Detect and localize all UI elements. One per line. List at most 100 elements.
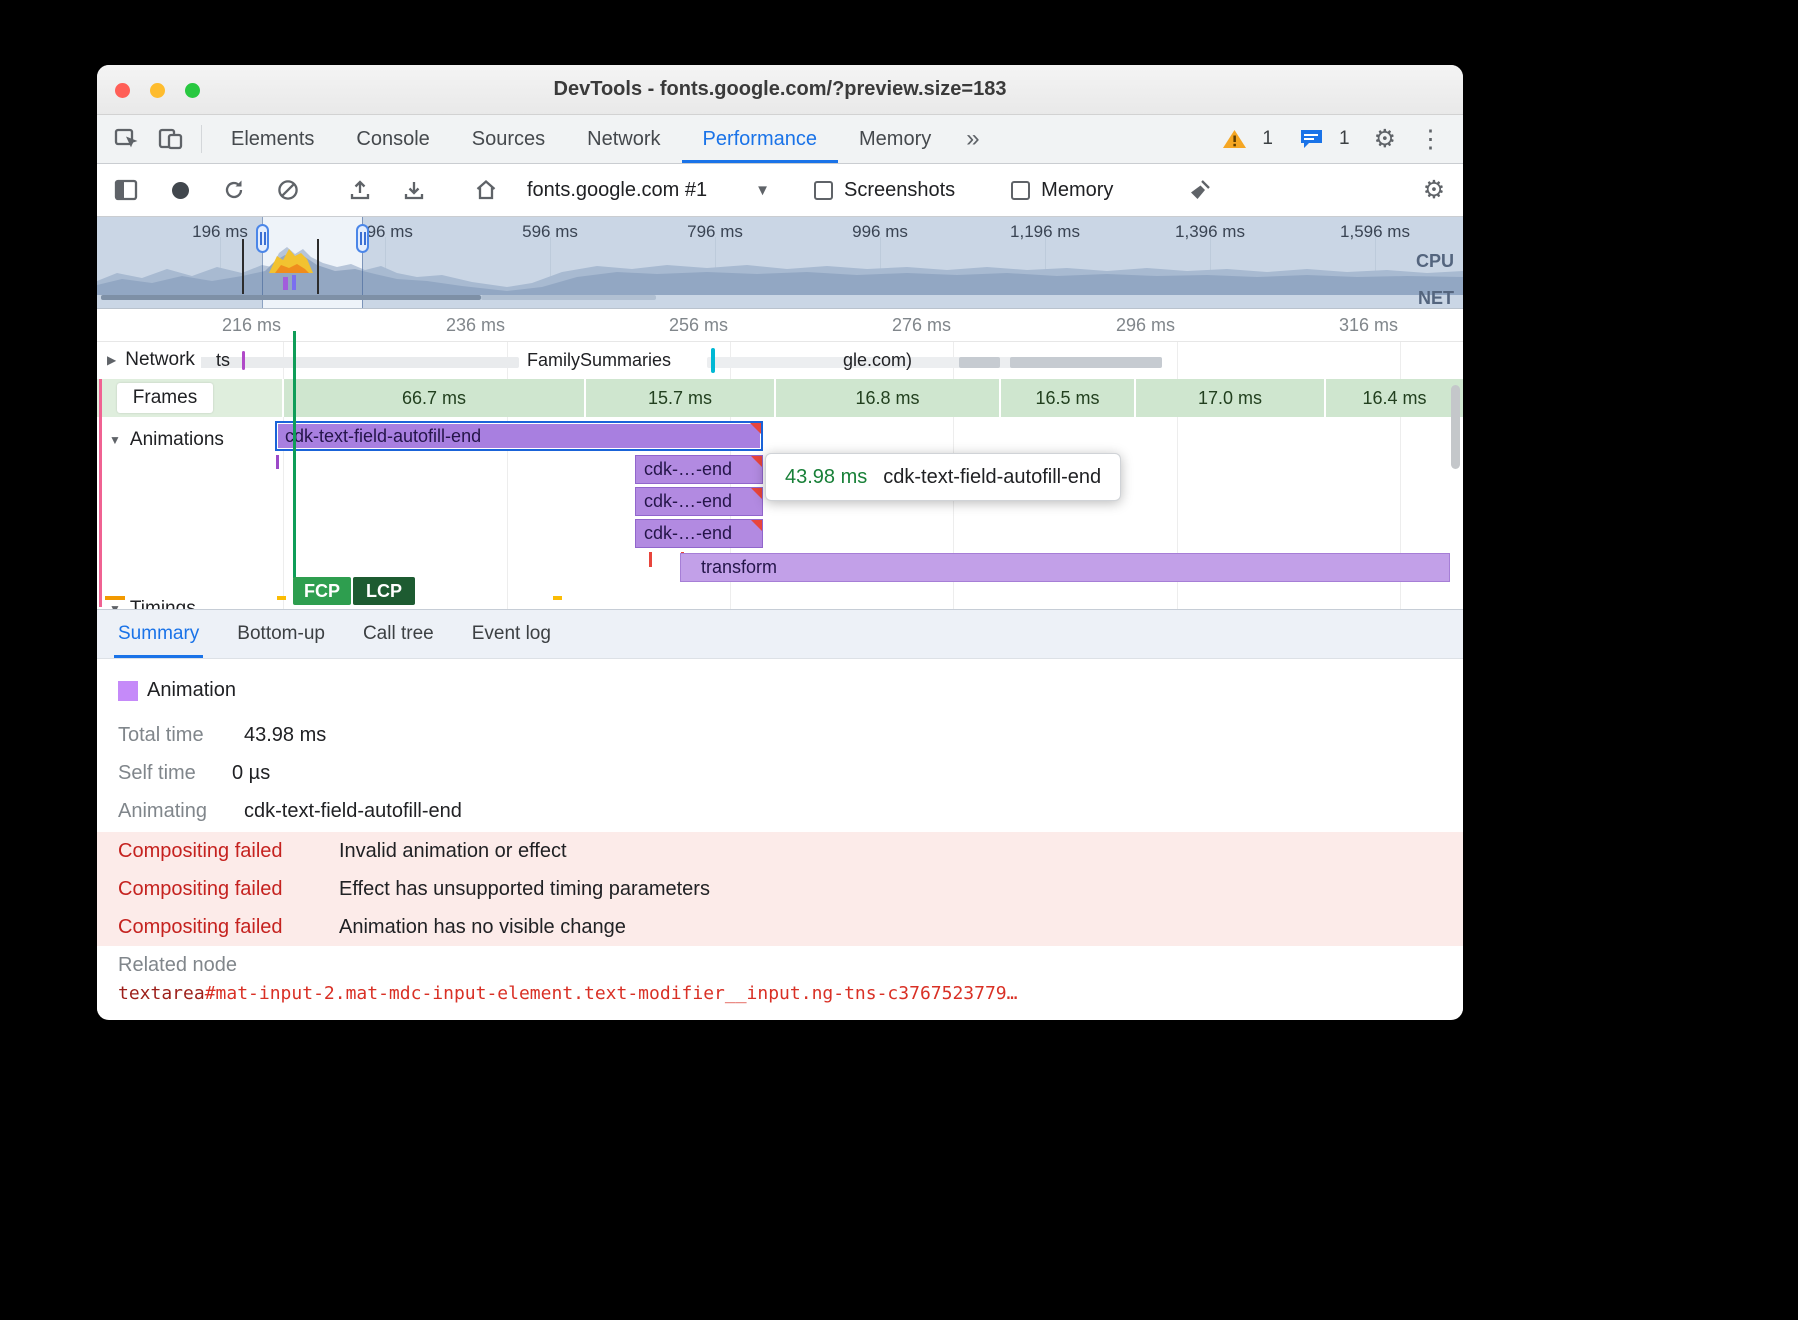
tooltip-duration: 43.98 ms bbox=[785, 466, 867, 489]
tab-performance[interactable]: Performance bbox=[682, 115, 839, 163]
frame-cell[interactable]: 16.5 ms bbox=[1001, 379, 1134, 417]
animations-track-label: Animations bbox=[130, 429, 224, 451]
reload-and-record-icon[interactable] bbox=[219, 175, 249, 205]
profile-history-select[interactable]: fonts.google.com #1 ▼ bbox=[527, 179, 770, 202]
animating-label: Animating bbox=[118, 800, 207, 823]
memory-checkbox[interactable]: Memory bbox=[1011, 179, 1113, 202]
total-time-value: 43.98 ms bbox=[244, 724, 326, 747]
frame-cell[interactable]: 15.7 ms bbox=[586, 379, 774, 417]
clear-recording-icon[interactable] bbox=[273, 175, 303, 205]
failure-reason: Animation has no visible change bbox=[339, 908, 626, 946]
warning-icon[interactable] bbox=[1212, 128, 1256, 150]
network-activity-bar bbox=[481, 295, 656, 300]
animation-bar-selected[interactable]: cdk-text-field-autofill-end bbox=[275, 421, 763, 451]
load-profile-icon[interactable] bbox=[345, 175, 375, 205]
tab-summary[interactable]: Summary bbox=[118, 610, 199, 658]
network-track-header[interactable]: ▶ Network bbox=[101, 346, 201, 374]
frames-track-label: Frames bbox=[117, 383, 213, 413]
selection-handle-right[interactable] bbox=[356, 224, 369, 253]
animation-bar[interactable]: cdk-…-end bbox=[635, 519, 763, 548]
frame-cell[interactable]: 66.7 ms bbox=[284, 379, 584, 417]
timeline-overview[interactable]: 196 ms 396 ms 596 ms 796 ms 996 ms 1,196… bbox=[97, 217, 1463, 309]
zoom-window-button[interactable] bbox=[185, 83, 200, 98]
minimize-window-button[interactable] bbox=[150, 83, 165, 98]
timings-track-header-clipped[interactable]: ▼ Timings bbox=[109, 598, 196, 609]
profile-history-label: fonts.google.com #1 bbox=[527, 179, 707, 202]
device-toolbar-icon[interactable] bbox=[149, 115, 193, 163]
network-request-bar[interactable] bbox=[959, 357, 1000, 368]
capture-settings-gear-icon[interactable]: ⚙ bbox=[1419, 175, 1449, 205]
failure-label: Compositing failed bbox=[118, 908, 283, 946]
network-track[interactable]: ▶ Network ts FamilySummaries gle.com) bbox=[97, 342, 1463, 379]
tab-console[interactable]: Console bbox=[335, 115, 450, 163]
tab-network[interactable]: Network bbox=[566, 115, 681, 163]
frame-cell[interactable]: 16.8 ms bbox=[776, 379, 999, 417]
disclosure-right-icon[interactable]: ▶ bbox=[107, 353, 116, 367]
tab-call-tree[interactable]: Call tree bbox=[363, 610, 434, 658]
kebab-menu-icon[interactable]: ⋮ bbox=[1410, 124, 1451, 154]
overview-time-label: 796 ms bbox=[687, 222, 743, 242]
request-label: FamilySummaries bbox=[527, 350, 671, 371]
more-tabs-chevron-icon[interactable]: » bbox=[952, 115, 993, 163]
tab-sources[interactable]: Sources bbox=[451, 115, 566, 163]
frame-cell[interactable]: 17.0 ms bbox=[1136, 379, 1324, 417]
tab-memory[interactable]: Memory bbox=[838, 115, 952, 163]
animation-bar[interactable]: cdk-…-end bbox=[635, 455, 763, 484]
failure-row: Compositing failed Invalid animation or … bbox=[97, 832, 1463, 870]
frames-track[interactable]: 66.7 ms 15.7 ms 16.8 ms 16.5 ms 17.0 ms … bbox=[97, 379, 1463, 417]
chevron-down-icon: ▼ bbox=[755, 182, 770, 199]
fcp-marker-line bbox=[293, 331, 296, 578]
related-node-link[interactable]: textarea#mat-input-2.mat-mdc-input-eleme… bbox=[118, 983, 1017, 1004]
screenshots-checkbox[interactable]: Screenshots bbox=[814, 179, 955, 202]
network-request-bar[interactable] bbox=[1010, 357, 1162, 368]
fcp-badge[interactable]: FCP bbox=[293, 577, 351, 605]
ruler-label: 316 ms bbox=[1314, 315, 1398, 336]
warning-count: 1 bbox=[1262, 128, 1273, 150]
timing-tick bbox=[277, 596, 286, 600]
animation-bar-label: cdk-text-field-autofill-end bbox=[285, 426, 481, 447]
disclosure-down-icon: ▼ bbox=[109, 602, 121, 609]
memory-checkbox-box[interactable] bbox=[1011, 181, 1030, 200]
screenshots-checkbox-box[interactable] bbox=[814, 181, 833, 200]
tab-bottom-up[interactable]: Bottom-up bbox=[237, 610, 325, 658]
devtools-tabbar: Elements Console Sources Network Perform… bbox=[97, 115, 1463, 164]
animation-bar-label: cdk-…-end bbox=[644, 523, 732, 544]
tab-elements[interactable]: Elements bbox=[210, 115, 335, 163]
ruler-label: 256 ms bbox=[644, 315, 728, 336]
garbage-collect-broom-icon[interactable] bbox=[1185, 175, 1215, 205]
titlebar: DevTools - fonts.google.com/?preview.siz… bbox=[97, 65, 1463, 115]
toggle-sidebar-icon[interactable] bbox=[111, 175, 141, 205]
settings-gear-icon[interactable]: ⚙ bbox=[1366, 124, 1404, 154]
self-time-label: Self time bbox=[118, 762, 196, 785]
inspect-element-icon[interactable] bbox=[105, 115, 149, 163]
tooltip-name: cdk-text-field-autofill-end bbox=[883, 466, 1101, 489]
performance-toolbar: fonts.google.com #1 ▼ Screenshots Memory… bbox=[97, 164, 1463, 217]
animation-bar[interactable]: cdk-…-end bbox=[635, 487, 763, 516]
request-label: gle.com) bbox=[843, 350, 912, 371]
net-track-label: NET bbox=[1418, 288, 1454, 309]
save-profile-icon[interactable] bbox=[399, 175, 429, 205]
animating-value: cdk-text-field-autofill-end bbox=[244, 800, 462, 823]
close-window-button[interactable] bbox=[115, 83, 130, 98]
animation-bar-label: transform bbox=[689, 557, 777, 578]
timeline-scrollbar[interactable] bbox=[1451, 385, 1460, 469]
tab-event-log[interactable]: Event log bbox=[472, 610, 551, 658]
selection-handle-left[interactable] bbox=[256, 224, 269, 253]
overview-time-label: 196 ms bbox=[192, 222, 248, 242]
disclosure-down-icon[interactable]: ▼ bbox=[109, 433, 121, 447]
frame-cell[interactable]: 16.4 ms bbox=[1326, 379, 1463, 417]
network-activity-bar bbox=[101, 295, 481, 300]
transform-animation-bar[interactable]: transform bbox=[680, 553, 1450, 582]
network-request-marker[interactable] bbox=[242, 351, 245, 370]
issues-message-icon[interactable] bbox=[1289, 128, 1333, 150]
animation-legend-swatch bbox=[118, 681, 138, 701]
overview-time-label: 1,396 ms bbox=[1175, 222, 1245, 242]
animation-tooltip: 43.98 ms cdk-text-field-autofill-end bbox=[765, 453, 1121, 501]
animations-track-header[interactable]: ▼ Animations bbox=[109, 429, 224, 451]
home-live-metrics-icon[interactable] bbox=[471, 175, 501, 205]
network-request-marker[interactable] bbox=[711, 348, 715, 373]
lcp-badge[interactable]: LCP bbox=[353, 577, 415, 605]
timeline-tracks[interactable]: 216 ms 236 ms 256 ms 276 ms 296 ms 316 m… bbox=[97, 309, 1463, 609]
window-controls bbox=[115, 83, 200, 98]
record-button[interactable] bbox=[165, 175, 195, 205]
